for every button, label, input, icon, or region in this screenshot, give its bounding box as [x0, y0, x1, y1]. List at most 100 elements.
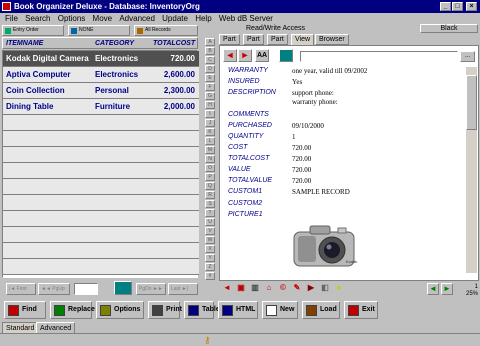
table-row[interactable]: Aptiva Computer Electronics 2,600.00	[3, 67, 199, 83]
home-icon[interactable]: ⌂	[263, 283, 275, 295]
menu-advanced[interactable]: Advanced	[119, 13, 155, 24]
edit-icon[interactable]: ✎	[291, 283, 303, 295]
alpha-tab[interactable]: M	[205, 146, 215, 154]
table-row[interactable]	[3, 211, 199, 227]
table-row[interactable]	[3, 259, 199, 275]
alpha-tab[interactable]: G	[205, 92, 215, 100]
menu-file[interactable]: File	[5, 13, 18, 24]
bulb-icon[interactable]: ●	[333, 283, 345, 295]
alpha-tab[interactable]: B	[205, 47, 215, 55]
menu-search[interactable]: Search	[25, 13, 50, 24]
table-row[interactable]	[3, 195, 199, 211]
tab-browser[interactable]: Browser	[315, 34, 349, 45]
alpha-tab[interactable]: N	[205, 155, 215, 163]
scrollbar-thumb[interactable]	[466, 75, 477, 130]
alpha-tab[interactable]: O	[205, 164, 215, 172]
entry-order-button[interactable]: Entry Order	[2, 25, 64, 36]
menu-options[interactable]: Options	[58, 13, 86, 24]
alpha-tab[interactable]: Q	[205, 182, 215, 190]
header-category[interactable]: CATEGORY	[95, 38, 134, 50]
tab-part2[interactable]: Part 2	[243, 34, 264, 53]
play-icon[interactable]: ▶	[305, 283, 317, 295]
alpha-tab[interactable]: L	[205, 137, 215, 145]
table-row[interactable]	[3, 179, 199, 195]
close-button[interactable]: ×	[466, 2, 477, 11]
browse-button[interactable]: ...	[460, 51, 475, 62]
grid-next-icon[interactable]: ►	[441, 283, 453, 295]
prev-record-icon[interactable]: ◄	[223, 49, 237, 62]
alpha-tab[interactable]: R	[205, 191, 215, 199]
table-row[interactable]: Coin Collection Personal 2,300.00	[3, 83, 199, 99]
table-row[interactable]: Dining Table Furniture 2,000.00	[3, 99, 199, 115]
menu-update[interactable]: Update	[162, 13, 188, 24]
html-button[interactable]: HTML	[218, 301, 258, 319]
find-button[interactable]: Find	[4, 301, 46, 319]
alpha-tab[interactable]: A	[205, 38, 215, 46]
table-row[interactable]	[3, 227, 199, 243]
field-label: PICTURE1	[228, 211, 263, 218]
menu-web-db-server[interactable]: Web dB Server	[219, 13, 273, 24]
table-row[interactable]: Kodak Digital Camera Electronics 720.00	[3, 51, 199, 67]
tab-part3[interactable]: Part 3	[267, 34, 288, 53]
alpha-tab[interactable]: J	[205, 119, 215, 127]
table-row[interactable]	[3, 115, 199, 131]
alpha-tab[interactable]: K	[205, 128, 215, 136]
pgup-button[interactable]: ◄◄ PgUp	[38, 283, 70, 295]
alphabet-tabs: A B C D E F G H I J K L M N O P Q R S T U V W X Y Z #	[205, 24, 215, 286]
table-row[interactable]	[3, 163, 199, 179]
options-button[interactable]: Options	[96, 301, 144, 319]
menu-move[interactable]: Move	[93, 13, 113, 24]
alpha-tab[interactable]: X	[205, 245, 215, 253]
next-record-icon[interactable]: ►	[238, 49, 252, 62]
alpha-tab[interactable]: F	[205, 83, 215, 91]
alpha-tab[interactable]: P	[205, 173, 215, 181]
alpha-tab[interactable]: #	[205, 272, 215, 280]
menu-help[interactable]: Help	[195, 13, 211, 24]
filter-none-button[interactable]: NONE	[68, 25, 130, 36]
alpha-tab[interactable]: Y	[205, 254, 215, 262]
field-label: COMMENTS	[228, 111, 269, 118]
maximize-button[interactable]: □	[452, 2, 463, 11]
tab-part1[interactable]: Part 1	[219, 34, 240, 53]
table-row[interactable]	[3, 131, 199, 147]
table-row[interactable]	[3, 243, 199, 259]
alpha-tab[interactable]: I	[205, 110, 215, 118]
font-size-button[interactable]: AA	[255, 49, 269, 62]
print-button[interactable]: Print	[148, 301, 182, 319]
grid-prev-icon[interactable]: ◄	[427, 283, 439, 295]
exit-button[interactable]: Exit	[344, 301, 378, 319]
alpha-tab[interactable]: U	[205, 218, 215, 226]
color-grid-icon[interactable]	[279, 49, 293, 62]
new-button[interactable]: New	[262, 301, 298, 319]
first-button[interactable]: |◄ First	[6, 283, 36, 295]
all-records-button[interactable]: All Records	[134, 25, 198, 36]
load-button[interactable]: Load	[302, 301, 340, 319]
field-value: warranty phone:	[292, 98, 338, 106]
last-button[interactable]: Last ►|	[168, 283, 198, 295]
quick-search-input[interactable]	[300, 51, 458, 62]
copyright-icon[interactable]: ©	[277, 283, 289, 295]
alpha-tab[interactable]: E	[205, 74, 215, 82]
table-row[interactable]	[3, 147, 199, 163]
goto-record-input[interactable]	[74, 283, 98, 295]
replace-button[interactable]: Replace	[50, 301, 95, 319]
alpha-tab[interactable]: T	[205, 209, 215, 217]
alpha-tab[interactable]: W	[205, 236, 215, 244]
alpha-tab[interactable]: S	[205, 200, 215, 208]
alpha-tab[interactable]: H	[205, 101, 215, 109]
back-arrow-icon[interactable]: ◄	[221, 283, 233, 295]
alpha-tab[interactable]: D	[205, 65, 215, 73]
alpha-tab[interactable]: C	[205, 56, 215, 64]
pgdn-button[interactable]: PgDn ►►	[136, 283, 166, 295]
alpha-tab[interactable]: V	[205, 227, 215, 235]
table-button[interactable]: Table	[184, 301, 220, 319]
alpha-tab[interactable]: Z	[205, 263, 215, 271]
delete-icon[interactable]: ▥	[249, 283, 261, 295]
minimize-button[interactable]: _	[440, 2, 451, 11]
color-scheme-box[interactable]: Black	[420, 24, 478, 33]
header-totalcost[interactable]: TOTALCOST	[153, 38, 195, 50]
palette-icon[interactable]	[114, 281, 132, 295]
clipboard-icon[interactable]: ▣	[235, 283, 247, 295]
media-icon[interactable]: ◧	[319, 283, 331, 295]
header-itemname[interactable]: ITEMNAME	[6, 38, 43, 50]
